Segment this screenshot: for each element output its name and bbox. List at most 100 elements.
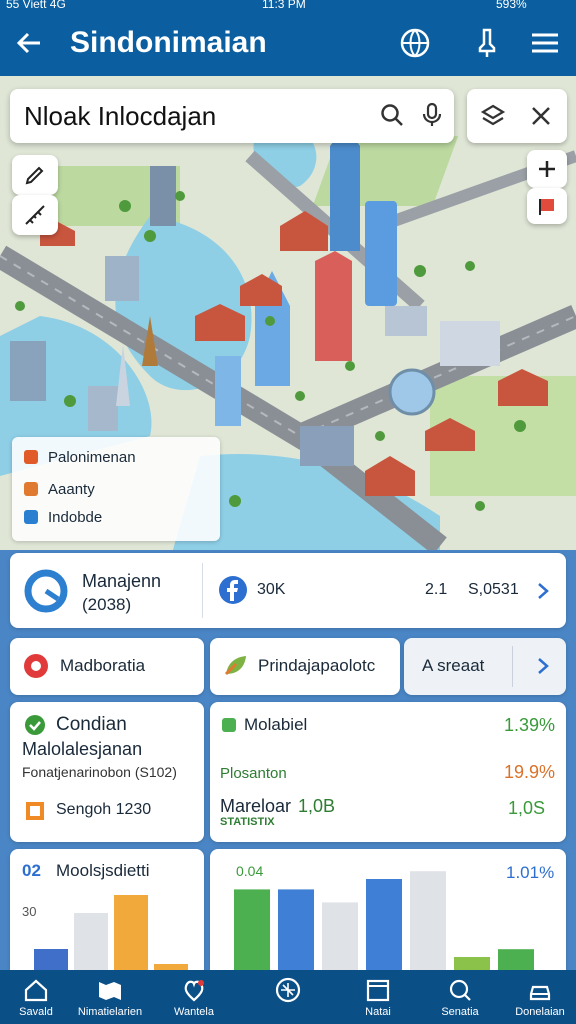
chart-bar (34, 949, 68, 970)
chip-prindajapaolotc[interactable]: Prindajapaolotc (210, 638, 400, 695)
metric-value: 1,0S (508, 798, 546, 818)
legend-label: Aaanty (48, 481, 95, 498)
voice-button[interactable] (418, 101, 446, 129)
chart-bar (74, 913, 108, 970)
battery-text: 593% (496, 0, 527, 11)
bar-chart-right (234, 871, 534, 970)
search-icon (381, 104, 403, 126)
card-subtitle: Malolalesjanan (22, 739, 143, 759)
chart-bar (278, 889, 314, 970)
map-icon (99, 982, 121, 1000)
summary-sub: (2038) (82, 595, 132, 614)
chip-sreaat[interactable]: A sreaat (404, 638, 566, 695)
pin-icon (478, 28, 496, 57)
social-icon (219, 576, 247, 604)
card-title: Condian (56, 714, 127, 735)
metric-value: 1,0B (298, 796, 336, 816)
search-input[interactable]: Nloak Inlocdajan (24, 101, 216, 132)
divider (202, 563, 203, 618)
chevron-right-icon[interactable] (534, 656, 552, 676)
legend-item: Aaanty (24, 481, 95, 501)
legend-item: Indobde (24, 509, 102, 529)
legend-label: Palonimenan (48, 449, 136, 466)
document-icon (26, 802, 44, 820)
chart-card-left[interactable]: 02 Moolsjsdietti 30 (10, 849, 204, 970)
summary-count: 30K (257, 581, 286, 598)
legend-swatch (24, 482, 38, 496)
search-button[interactable] (378, 101, 406, 129)
nav-label: Donelaian (515, 1006, 565, 1018)
hamburger-icon (532, 33, 558, 53)
chart-bar (454, 957, 490, 970)
flag-icon (539, 199, 554, 215)
calendar-icon (366, 979, 390, 1002)
stats-card-right[interactable]: Molabiel 1.39% Plosanton 19.9% Mareloar … (210, 702, 566, 842)
metric-label: Plosanton (220, 765, 287, 782)
signal-text: 55 Viett 4G (6, 0, 66, 11)
nav-label: Natai (365, 1006, 391, 1018)
metric-label: Molabiel (244, 715, 308, 734)
nav-map[interactable]: Nimatielarien (72, 970, 148, 1024)
nav-wantela[interactable]: Wantela (158, 970, 230, 1024)
pin-button[interactable] (470, 26, 504, 60)
clock: 11:3 PM (262, 0, 306, 11)
nav-natai[interactable]: Natai (342, 970, 414, 1024)
search-bar[interactable]: Nloak Inlocdajan (10, 89, 454, 143)
chart-bar (366, 879, 402, 970)
metric-value: 19.9% (504, 762, 556, 782)
chart-bar (410, 871, 446, 970)
nav-profile[interactable]: Donelaian (504, 970, 576, 1024)
summary-card[interactable]: Manajenn (2038) 30K 2.1 S,0531 (10, 553, 566, 628)
summary-name: Manajenn (82, 571, 162, 591)
layers-icon[interactable] (479, 102, 507, 130)
draw-tool-button[interactable] (12, 155, 58, 195)
compass-icon (275, 977, 301, 1003)
nav-explore[interactable] (252, 970, 324, 1024)
nav-label: Senatia (441, 1006, 479, 1018)
globe-button[interactable] (398, 26, 432, 60)
ruler-icon (25, 205, 45, 225)
legend-item: Palonimenan (24, 449, 136, 469)
microphone-icon (422, 102, 442, 126)
chip-label: Madboratia (60, 656, 146, 675)
stats-card-left[interactable]: Condian Malolalesjanan Fonatjenarinobon … (10, 702, 204, 842)
map-legend: Palonimenan Aaanty Indobde (12, 437, 220, 541)
menu-button[interactable] (528, 26, 562, 60)
plus-icon (539, 161, 555, 177)
legend-label: Indobde (48, 509, 103, 526)
nav-label: Wantela (174, 1006, 214, 1018)
zoom-in-button[interactable] (527, 150, 567, 188)
chart-bar (114, 895, 148, 970)
heart-pin-icon (184, 980, 204, 1002)
back-arrow-icon (16, 32, 40, 54)
measure-tool-button[interactable] (12, 195, 58, 235)
summary-value-2: S,0531 (468, 581, 519, 598)
map-tools (467, 89, 567, 143)
pencil-icon (25, 166, 44, 185)
search-icon (449, 979, 471, 1001)
chip-madboratia[interactable]: Madboratia (10, 638, 204, 695)
target-icon (24, 654, 48, 678)
close-icon[interactable] (527, 102, 555, 130)
chevron-right-icon[interactable] (534, 581, 552, 601)
back-button[interactable] (12, 26, 46, 60)
check-circle-icon (25, 715, 45, 735)
card-meta: Fonatjenarinobon (S102) (22, 764, 177, 780)
chip-label: Prindajapaolotc (258, 656, 376, 675)
nav-label: Nimatielarien (77, 1006, 143, 1018)
bar-chart-left (34, 895, 188, 970)
bottom-navigation: Savald Nimatielarien Wantela Natai Senat… (0, 970, 576, 1024)
nav-search[interactable]: Senatia (424, 970, 496, 1024)
metric-value: 1.39% (504, 715, 556, 735)
nav-home[interactable]: Savald (0, 970, 72, 1024)
card-footer: Sengoh 1230 (56, 801, 152, 818)
metric-label: Mareloar (220, 796, 292, 816)
nav-label: Savald (19, 1006, 53, 1018)
marker-button[interactable] (527, 188, 567, 224)
chart-bar (498, 949, 534, 970)
leaf-icon (224, 656, 246, 676)
summary-value-1: 2.1 (425, 581, 448, 598)
legend-swatch (24, 510, 38, 524)
app-bar: Sindonimaian (0, 12, 576, 76)
chart-card-right[interactable]: 0.04 1.01% (210, 849, 566, 970)
